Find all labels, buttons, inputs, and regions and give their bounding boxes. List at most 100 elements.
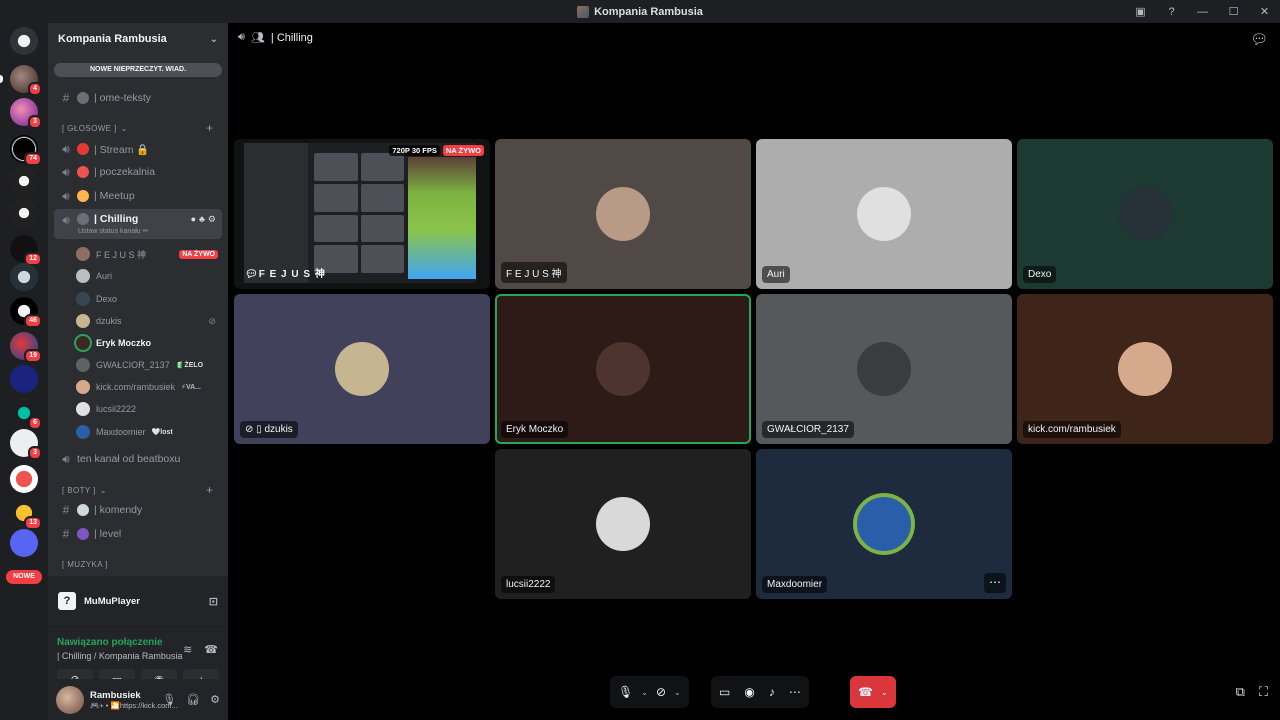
help-icon[interactable]: ? — [1156, 6, 1187, 18]
participant-tile[interactable]: GWAŁCIOR_2137 — [756, 294, 1012, 444]
channel-status-hint[interactable]: Ustaw status kanału ✏ — [78, 227, 148, 235]
speaker-icon: 🔊︎ — [62, 141, 70, 156]
voice-user[interactable]: GWAŁCIOR_2137 🧃ŻELO — [76, 355, 222, 375]
server-icon[interactable] — [10, 263, 38, 291]
voice-user[interactable]: Dexo — [76, 289, 222, 309]
voice-user[interactable]: F E J U S 神 NA ŻYWO — [76, 244, 222, 264]
channel-stream[interactable]: 🔊︎ | Stream 🔒 — [54, 139, 222, 159]
server-icon[interactable]: 6 — [10, 399, 42, 430]
server-icon[interactable]: 46 — [10, 297, 42, 328]
voice-user[interactable]: lucsii2222 — [76, 399, 222, 419]
more-icon[interactable]: ⋯ — [789, 685, 801, 699]
window-titlebar: Kompania Rambusia ▣ ? — ☐ ✕ — [0, 0, 1280, 23]
pop-out-icon[interactable]: ⧉ — [1236, 684, 1245, 700]
server-icon[interactable]: 4 — [0, 65, 42, 96]
voice-user[interactable]: Maxdoomier 🤍lost — [76, 422, 222, 442]
connection-status[interactable]: Nawiązano połączenie — [57, 637, 163, 648]
chevron-down-icon: ⌄ — [120, 124, 128, 133]
add-channel-button[interactable]: + — [206, 483, 213, 497]
channel-meetup[interactable]: 🔊︎ | Meetup — [54, 186, 222, 206]
server-icon[interactable] — [10, 365, 38, 393]
channel-beatbox[interactable]: 🔊︎ ten kanał od beatboxu — [54, 449, 222, 469]
hash-icon: # — [62, 527, 70, 541]
invite-icon[interactable]: ♣ — [199, 214, 205, 225]
more-options-button[interactable]: ⋯ — [984, 573, 1006, 593]
chevron-down-icon[interactable]: ⌄ — [641, 688, 648, 697]
share-screen-icon[interactable]: ▭ — [719, 685, 730, 699]
participant-tile[interactable]: kick.com/rambusiek — [1017, 294, 1273, 444]
channel-level[interactable]: # | level — [54, 524, 222, 544]
category-music[interactable]: [ MUZYKA ] — [62, 560, 108, 569]
new-unread-messages-pill[interactable]: NOWE NIEPRZECZYT. WIAD. — [54, 63, 222, 77]
chevron-down-icon[interactable]: ⌄ — [881, 688, 888, 697]
chevron-down-icon[interactable]: ⌄ — [674, 688, 681, 697]
voice-user[interactable]: kick.com/rambusiek ⚡VA... — [76, 377, 222, 397]
server-badge: 74 — [24, 152, 42, 166]
fullscreen-icon[interactable]: ⛶ — [1259, 684, 1268, 700]
close-button[interactable]: ✕ — [1249, 5, 1280, 18]
server-icon — [577, 5, 590, 18]
add-channel-button[interactable]: + — [206, 121, 213, 135]
camera-off-icon[interactable]: ⊘ — [656, 685, 666, 699]
participant-tile[interactable]: Dexo — [1017, 139, 1273, 289]
chat-bubble-icon[interactable]: 💬︎ — [1250, 31, 1268, 48]
headphones-icon[interactable]: 🎧︎ — [186, 693, 200, 706]
participant-tile[interactable]: Eryk Moczko — [495, 294, 751, 444]
chat-icon[interactable]: ● — [191, 214, 196, 225]
gear-icon[interactable]: ⚙ — [210, 693, 220, 706]
server-icon[interactable]: 3 — [10, 98, 42, 129]
microphone-icon[interactable]: 🎙︎ — [162, 693, 176, 706]
server-icon[interactable]: 13 — [10, 499, 42, 530]
server-icon[interactable] — [10, 529, 38, 557]
microphone-icon[interactable]: 🎙︎ — [618, 685, 633, 699]
server-badge: 19 — [24, 349, 42, 363]
server-icon[interactable] — [10, 199, 38, 227]
server-icon[interactable] — [10, 465, 38, 493]
new-servers-pill[interactable]: NOWE — [6, 570, 42, 584]
channel-sidebar: Kompania Rambusia ⌄ NOWE NIEPRZECZYT. WI… — [48, 23, 228, 720]
maximize-button[interactable]: ☐ — [1218, 5, 1249, 18]
avatar — [857, 342, 911, 396]
category-voice[interactable]: [ GŁOSOWE ] ⌄ — [62, 124, 128, 133]
voice-user[interactable]: Eryk Moczko — [76, 333, 222, 353]
participant-tile[interactable]: Maxdoomier ⋯ — [756, 449, 1012, 599]
server-icon[interactable]: 19 — [10, 332, 42, 363]
leave-call-button[interactable]: ☎ ⌄ — [850, 676, 896, 708]
activity-panel: ? MuMuPlayer ⊡ — [48, 576, 228, 626]
channel-ome-teksty[interactable]: # | ome-teksty — [54, 88, 222, 108]
gear-icon[interactable]: ⚙ — [208, 214, 216, 225]
soundboard-icon[interactable]: ♪ — [769, 685, 775, 699]
participant-tile[interactable]: lucsii2222 — [495, 449, 751, 599]
minimize-button[interactable]: — — [1187, 6, 1218, 18]
server-icon[interactable]: 3 — [10, 429, 42, 460]
avatar[interactable] — [56, 685, 84, 714]
server-icon[interactable]: 74 — [10, 135, 42, 166]
noise-suppression-icon[interactable]: ≋ — [183, 643, 192, 656]
participant-tile[interactable]: F E J U S 神 — [495, 139, 751, 289]
people-icon — [77, 190, 89, 202]
connection-location[interactable]: | Chilling / Kompania Rambusia — [57, 651, 182, 661]
channel-emoji-icon — [77, 504, 89, 516]
voice-user[interactable]: dzukis ⊘ — [76, 311, 222, 331]
participant-tile[interactable]: ⊘ ▯ dzukis — [234, 294, 490, 444]
category-bots[interactable]: [ BOTY ] ⌄ — [62, 486, 107, 495]
channel-chilling[interactable]: 🔊︎ | Chilling Ustaw status kanału ✏ ● ♣ … — [54, 209, 222, 239]
server-header[interactable]: Kompania Rambusia ⌄ — [48, 23, 228, 55]
stream-tile[interactable]: 720P 30 FPS NA ŻYWO 💬︎F E J U S 神 — [234, 139, 490, 289]
avatar — [76, 314, 90, 328]
view-controls: ⧉ ⛶ — [1236, 684, 1268, 700]
server-icon[interactable]: 12 — [10, 235, 42, 266]
activity-icon[interactable]: ◉ — [744, 685, 754, 699]
server-icon[interactable] — [10, 167, 38, 195]
discord-home-icon[interactable] — [10, 27, 38, 55]
voice-user[interactable]: Auri — [76, 266, 222, 286]
channel-poczekalnia[interactable]: 🔊︎ | poczekalnia — [54, 162, 222, 182]
channel-komendy[interactable]: # | komendy — [54, 500, 222, 520]
disconnect-icon[interactable]: ☎ — [204, 643, 218, 656]
avatar — [76, 269, 90, 283]
stream-name: 💬︎F E J U S 神 — [245, 269, 326, 280]
share-screen-icon[interactable]: ⊡ — [209, 595, 218, 608]
inbox-icon[interactable]: ▣ — [1125, 5, 1156, 18]
avatar — [1118, 187, 1172, 241]
participant-tile[interactable]: Auri — [756, 139, 1012, 289]
